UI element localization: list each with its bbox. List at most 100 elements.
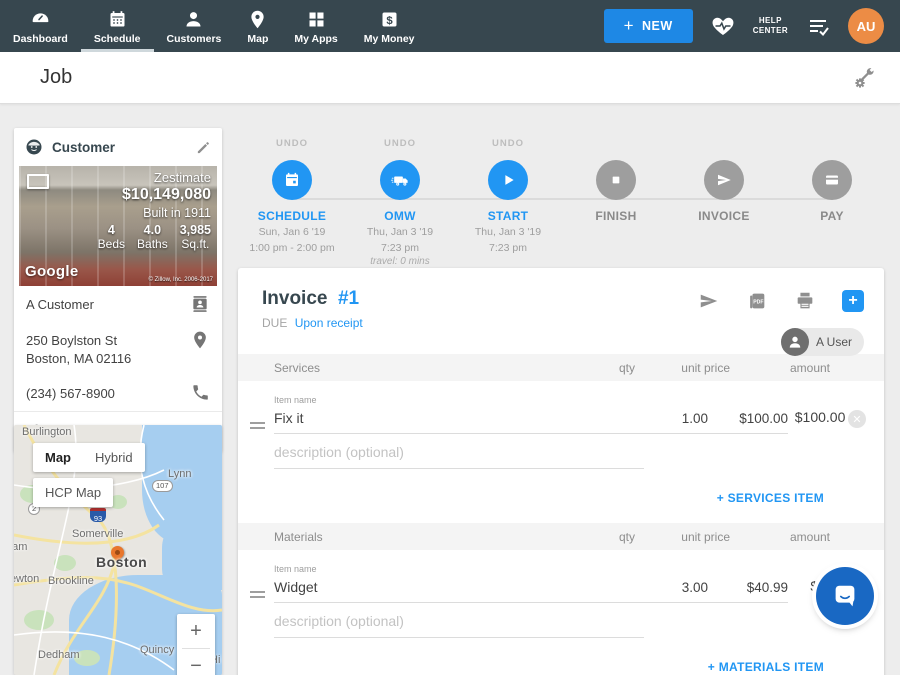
nav-dashboard-label: Dashboard [13, 33, 68, 45]
phone-icon[interactable] [191, 383, 210, 402]
step-invoice-button[interactable] [704, 160, 744, 200]
step-start-undo[interactable]: UNDO [454, 138, 562, 154]
customer-card-header: Customer [14, 128, 222, 166]
nav-dashboard[interactable]: Dashboard [0, 0, 81, 52]
materials-description-row [238, 603, 884, 638]
apps-grid-icon [306, 9, 327, 30]
remove-item-icon[interactable]: ✕ [848, 410, 866, 428]
services-section-title: Services [274, 361, 565, 375]
map-type-hybrid-button[interactable]: Hybrid [83, 443, 145, 472]
assignee-chip[interactable]: A User [781, 328, 864, 356]
health-heart-icon[interactable] [711, 14, 735, 38]
assignee-avatar-icon [781, 328, 809, 356]
materials-item-name-input[interactable] [274, 577, 644, 603]
add-services-item-link[interactable]: + SERVICES ITEM [717, 491, 824, 505]
location-pin-icon[interactable] [190, 330, 210, 350]
edit-pencil-icon[interactable] [195, 139, 212, 156]
page-title: Job [40, 66, 72, 89]
due-value-link[interactable]: Upon receipt [295, 316, 363, 330]
services-col-qty: qty [565, 361, 635, 375]
assignee-name: A User [816, 335, 852, 349]
step-schedule-date: Sun, Jan 6 '19 [238, 225, 346, 239]
services-description-input[interactable] [274, 440, 644, 469]
beds-label: Beds [98, 237, 125, 251]
google-logo: Google [25, 263, 78, 280]
invoice-number[interactable]: #1 [338, 288, 359, 309]
sqft-label: Sq.ft. [181, 237, 209, 251]
step-start: UNDO START Thu, Jan 3 '19 7:23 pm [454, 138, 562, 255]
invoice-header: Invoice #1 DUE Upon receipt PDF + A User [238, 268, 884, 344]
nav-my-money-label: My Money [364, 33, 415, 45]
services-amount-value: $100.00 [788, 409, 845, 434]
help-center-line1: HELP [753, 16, 788, 26]
stop-icon [608, 172, 624, 188]
job-tools-icon[interactable] [852, 66, 876, 90]
nav-map[interactable]: Map [234, 0, 281, 52]
step-schedule-label: SCHEDULE [238, 209, 346, 223]
step-start-date: Thu, Jan 3 '19 [454, 225, 562, 239]
step-omw-undo[interactable]: UNDO [346, 138, 454, 154]
pdf-icon[interactable]: PDF [746, 290, 768, 312]
chat-fab-button[interactable] [816, 567, 874, 625]
step-omw-travel: travel: 0 mins [346, 256, 454, 267]
zestimate-label: Zestimate [98, 170, 211, 185]
services-item-main: Item name [274, 395, 644, 434]
nav-schedule[interactable]: Schedule [81, 0, 154, 52]
baths-value: 4.0 [137, 223, 168, 237]
services-unit-price-input[interactable] [708, 409, 788, 434]
plus-icon: + [624, 16, 634, 36]
map-zoom-in-button[interactable]: + [177, 614, 215, 648]
step-finish-button[interactable] [596, 160, 636, 200]
services-section-header: Services qty unit price amount [238, 354, 884, 381]
invoice-add-button[interactable]: + [842, 290, 864, 312]
materials-qty-input[interactable] [644, 578, 708, 603]
map-label-boston: Boston [96, 554, 147, 570]
property-photo[interactable]: Zestimate $10,149,080 Built in 1911 4Bed… [19, 166, 217, 286]
map-zoom-out-button[interactable]: − [177, 649, 215, 675]
truck-icon [391, 171, 410, 190]
step-pay-button[interactable] [812, 160, 852, 200]
step-schedule: UNDO SCHEDULE Sun, Jan 6 '19 1:00 pm - 2… [238, 138, 346, 255]
invoice-title: Invoice [262, 288, 327, 309]
nav-my-apps[interactable]: My Apps [281, 0, 350, 52]
materials-section-header: Materials qty unit price amount [238, 523, 884, 550]
help-center-link[interactable]: HELP CENTER [753, 16, 788, 37]
credit-card-icon [823, 171, 841, 189]
map-type-map-button[interactable]: Map [33, 443, 83, 472]
send-invoice-icon[interactable] [698, 290, 720, 312]
step-pay-undo-spacer [778, 138, 886, 154]
due-label: DUE [262, 316, 287, 330]
drag-handle-icon[interactable] [250, 588, 265, 601]
user-avatar[interactable]: AU [848, 8, 884, 44]
add-materials-item-link[interactable]: + MATERIALS ITEM [708, 660, 824, 674]
print-icon[interactable] [794, 290, 816, 312]
step-omw-time: 7:23 pm [346, 241, 454, 255]
materials-col-amount: amount [730, 530, 830, 544]
services-item-name-input[interactable] [274, 408, 644, 434]
nav-customers[interactable]: Customers [154, 0, 235, 52]
materials-unit-price-input[interactable] [708, 578, 788, 603]
customer-phone-row: (234) 567-8900 [14, 375, 222, 411]
schedule-icon [107, 9, 128, 30]
new-button[interactable]: + NEW [604, 9, 693, 43]
zestimate-value: $10,149,080 [98, 186, 211, 204]
hcp-map-button[interactable]: HCP Map [33, 478, 113, 507]
materials-description-input[interactable] [274, 609, 644, 638]
svg-text:$: $ [386, 15, 393, 27]
invoice-card: Invoice #1 DUE Upon receipt PDF + A User… [238, 268, 884, 675]
step-schedule-button[interactable] [272, 160, 312, 200]
step-schedule-undo[interactable]: UNDO [238, 138, 346, 154]
services-qty-input[interactable] [644, 409, 708, 434]
drag-handle-icon[interactable] [250, 419, 265, 432]
step-start-button[interactable] [488, 160, 528, 200]
help-center-line2: CENTER [753, 26, 788, 36]
task-list-icon[interactable] [806, 14, 830, 38]
job-header-bar: Job [0, 52, 900, 104]
contact-card-icon[interactable] [190, 294, 210, 314]
nav-my-money[interactable]: $ My Money [351, 0, 428, 52]
play-icon [499, 171, 517, 189]
step-omw-button[interactable] [380, 160, 420, 200]
map-label-burlington: Burlington [22, 426, 72, 438]
services-add-row: + SERVICES ITEM [238, 469, 884, 513]
map-widget[interactable]: Burlington Lynn 107 2 93 Somerville ham … [14, 425, 222, 675]
